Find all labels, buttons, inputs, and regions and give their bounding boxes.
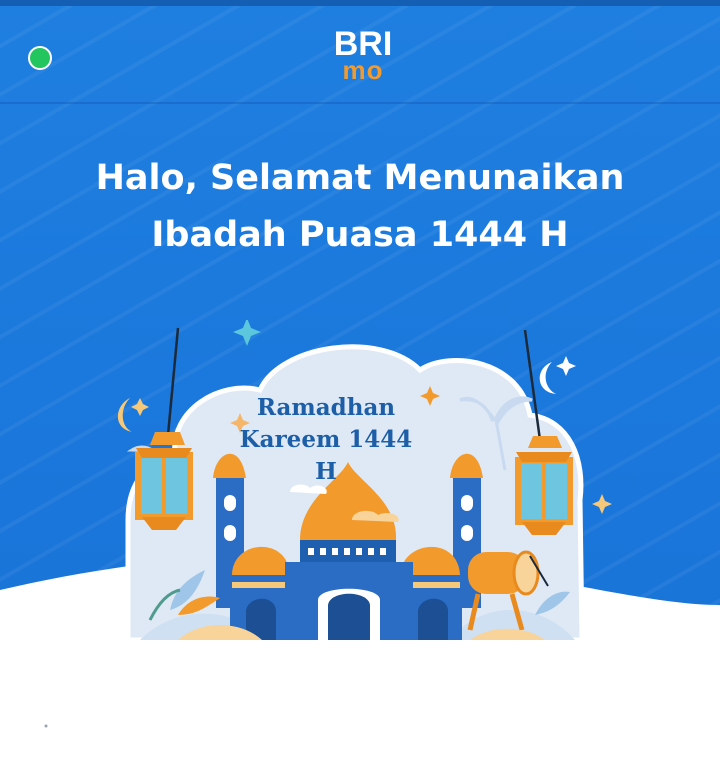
sparkle-icon bbox=[556, 356, 576, 376]
sparkle-icon bbox=[233, 320, 261, 346]
sparkle-icon bbox=[131, 398, 149, 416]
sparkle-icon bbox=[592, 494, 612, 514]
banner-line-1: Ramadhan bbox=[256, 394, 396, 421]
crescent-moon-icon bbox=[117, 398, 132, 432]
ramadhan-banner-text: Ramadhan Kareem 1444 H bbox=[232, 392, 420, 488]
banner-line-2: Kareem 1444 H bbox=[239, 426, 413, 485]
crescent-moon-icon bbox=[539, 362, 556, 394]
